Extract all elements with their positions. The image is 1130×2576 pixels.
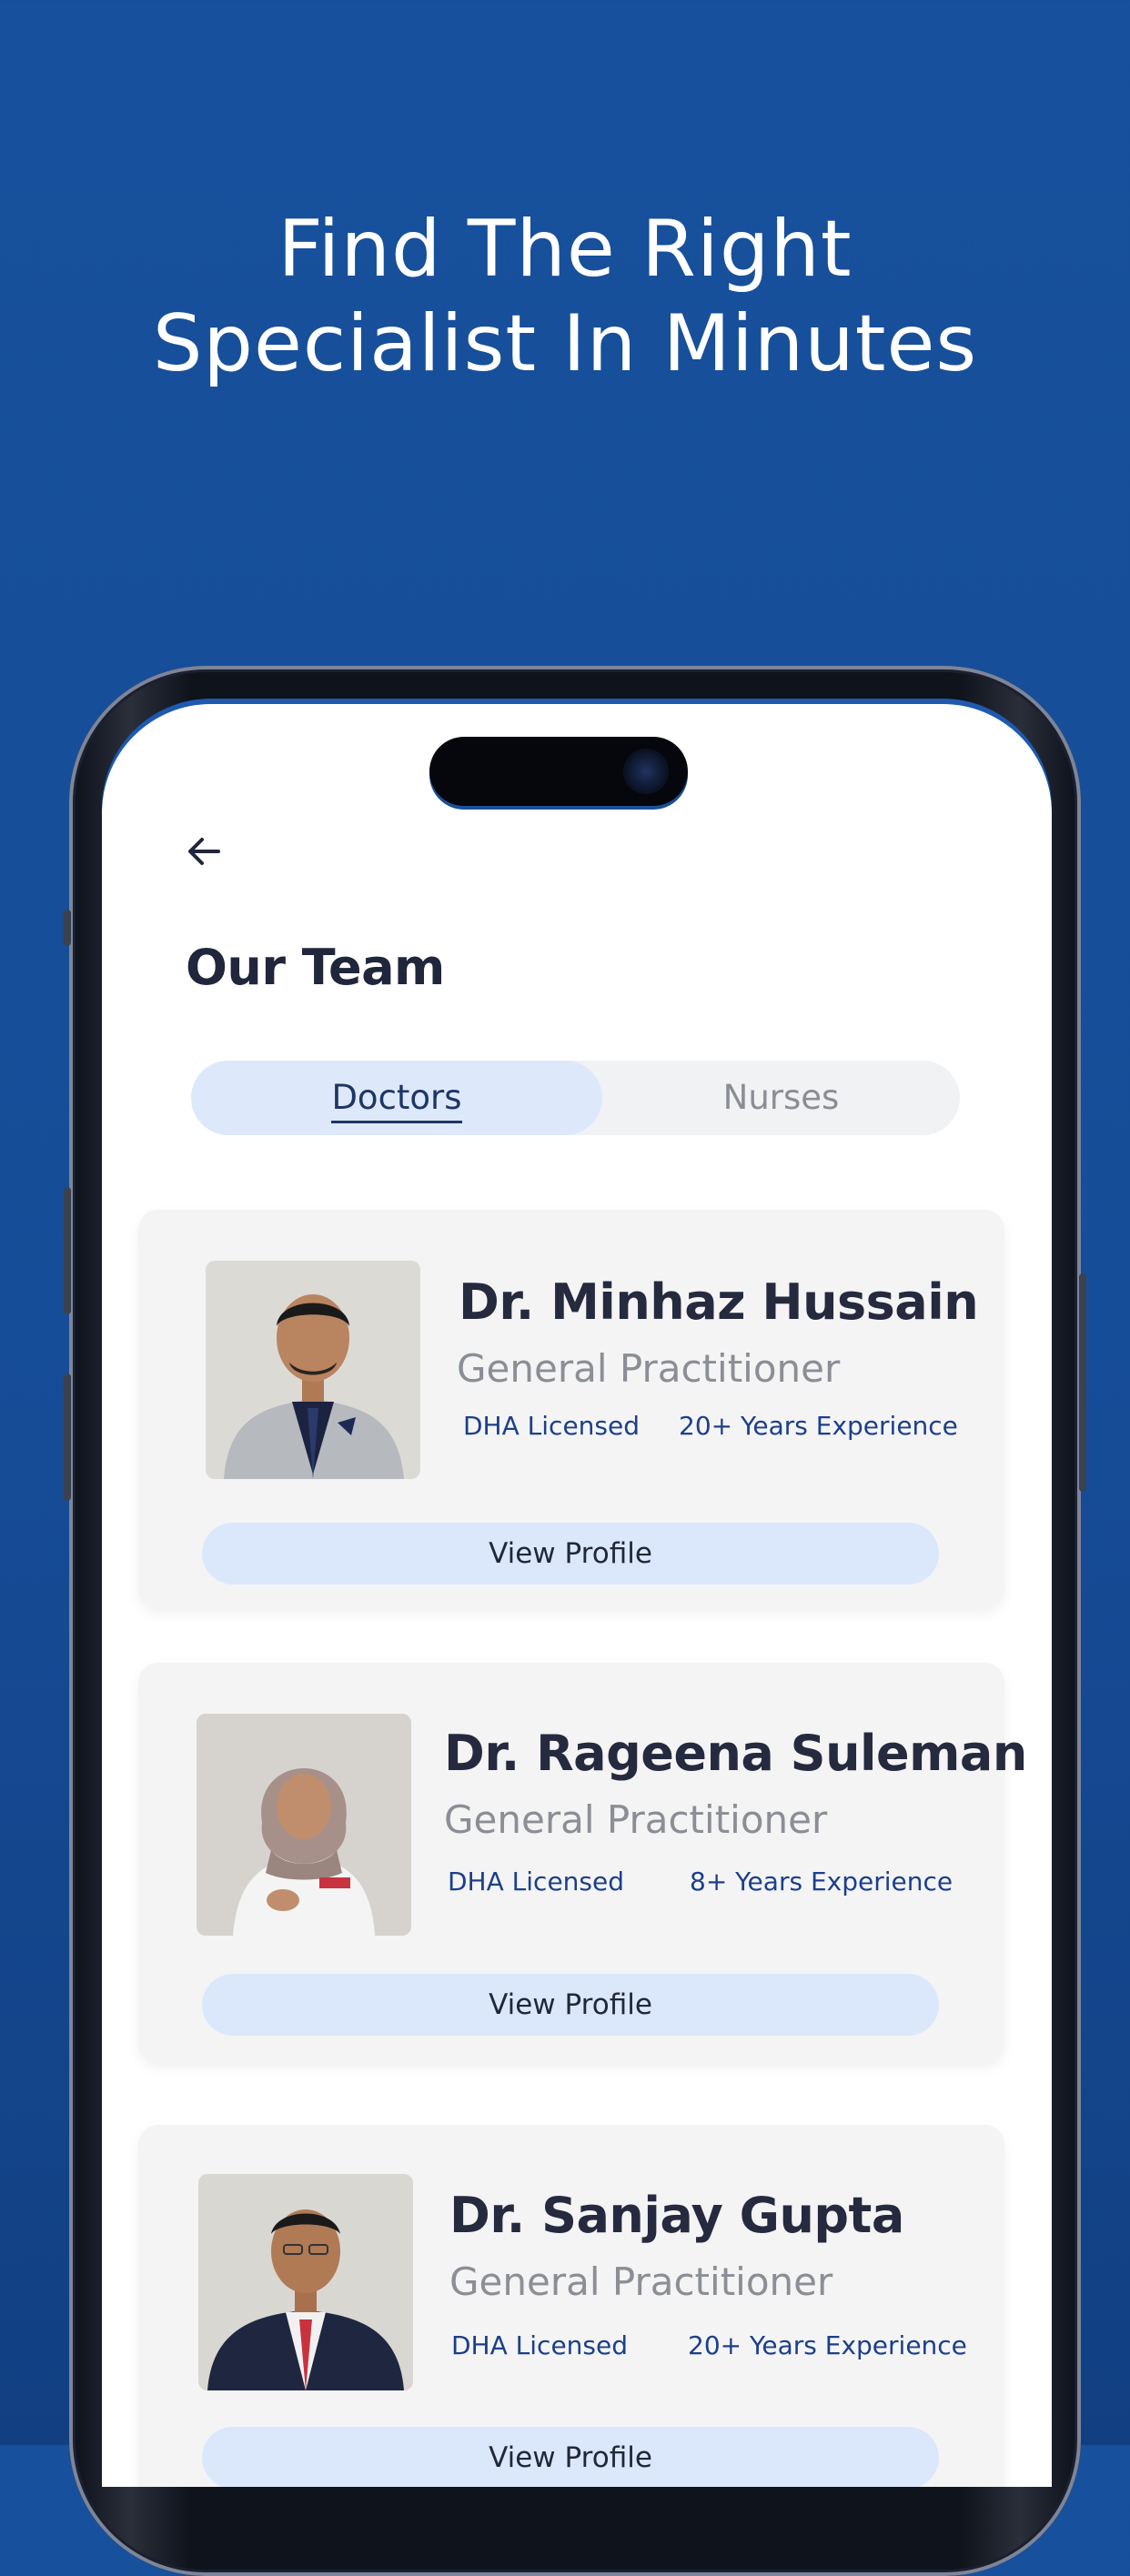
- headline-line-1: Find The Right: [277, 204, 853, 295]
- tab-doctors-label: Doctors: [331, 1078, 462, 1123]
- doctor-card: Dr. Rageena Suleman General Practitioner…: [138, 1663, 1027, 2063]
- headline-line-2: Specialist In Minutes: [152, 298, 978, 389]
- team-tab-switcher: Doctors Nurses: [191, 1061, 960, 1135]
- doctor-card: Dr. Minhaz Hussain General Practitioner …: [138, 1210, 1004, 1608]
- phone-side-button-silent: [64, 910, 71, 946]
- tab-nurses[interactable]: Nurses: [602, 1061, 960, 1135]
- license-badge: DHA Licensed: [463, 1411, 641, 1441]
- phone-side-button-power: [1079, 1273, 1086, 1492]
- view-profile-button[interactable]: View Profile: [202, 1523, 939, 1585]
- doctor-specialty: General Practitioner: [444, 1797, 828, 1842]
- phone-side-button-volume-up: [64, 1187, 71, 1314]
- page-title: Our Team: [186, 939, 445, 996]
- doctor-photo: [198, 2174, 413, 2390]
- doctor-name: Dr. Minhaz Hussain: [459, 1273, 979, 1331]
- doctor-photo: [197, 1714, 411, 1936]
- phone-side-button-volume-down: [64, 1374, 71, 1501]
- experience-badge: 20+ Years Experience: [679, 1411, 958, 1441]
- experience-badge: 20+ Years Experience: [688, 2330, 967, 2360]
- phone-screen: Our Team Doctors Nurses Dr. Minhaz Hussa…: [102, 704, 1052, 2487]
- doctor-name: Dr. Sanjay Gupta: [449, 2187, 904, 2244]
- doctor-card: Dr. Sanjay Gupta General Practitioner DH…: [138, 2125, 1004, 2487]
- view-profile-button[interactable]: View Profile: [202, 1974, 939, 2036]
- view-profile-button[interactable]: View Profile: [202, 2427, 939, 2487]
- tab-doctors[interactable]: Doctors: [191, 1061, 602, 1135]
- camera-lens-icon: [626, 751, 666, 791]
- license-badge: DHA Licensed: [448, 1867, 625, 1897]
- arrow-left-icon[interactable]: [182, 830, 226, 873]
- tab-nurses-label: Nurses: [722, 1078, 840, 1117]
- dynamic-island: [429, 737, 688, 806]
- doctor-specialty: General Practitioner: [449, 2259, 833, 2304]
- doctor-specialty: General Practitioner: [457, 1346, 841, 1391]
- doctor-photo: [206, 1261, 420, 1479]
- doctor-name: Dr. Rageena Suleman: [444, 1725, 1027, 1782]
- experience-badge: 8+ Years Experience: [690, 1867, 953, 1897]
- license-badge: DHA Licensed: [451, 2330, 629, 2360]
- marketing-headline: Find The Right Specialist In Minutes: [0, 202, 1130, 391]
